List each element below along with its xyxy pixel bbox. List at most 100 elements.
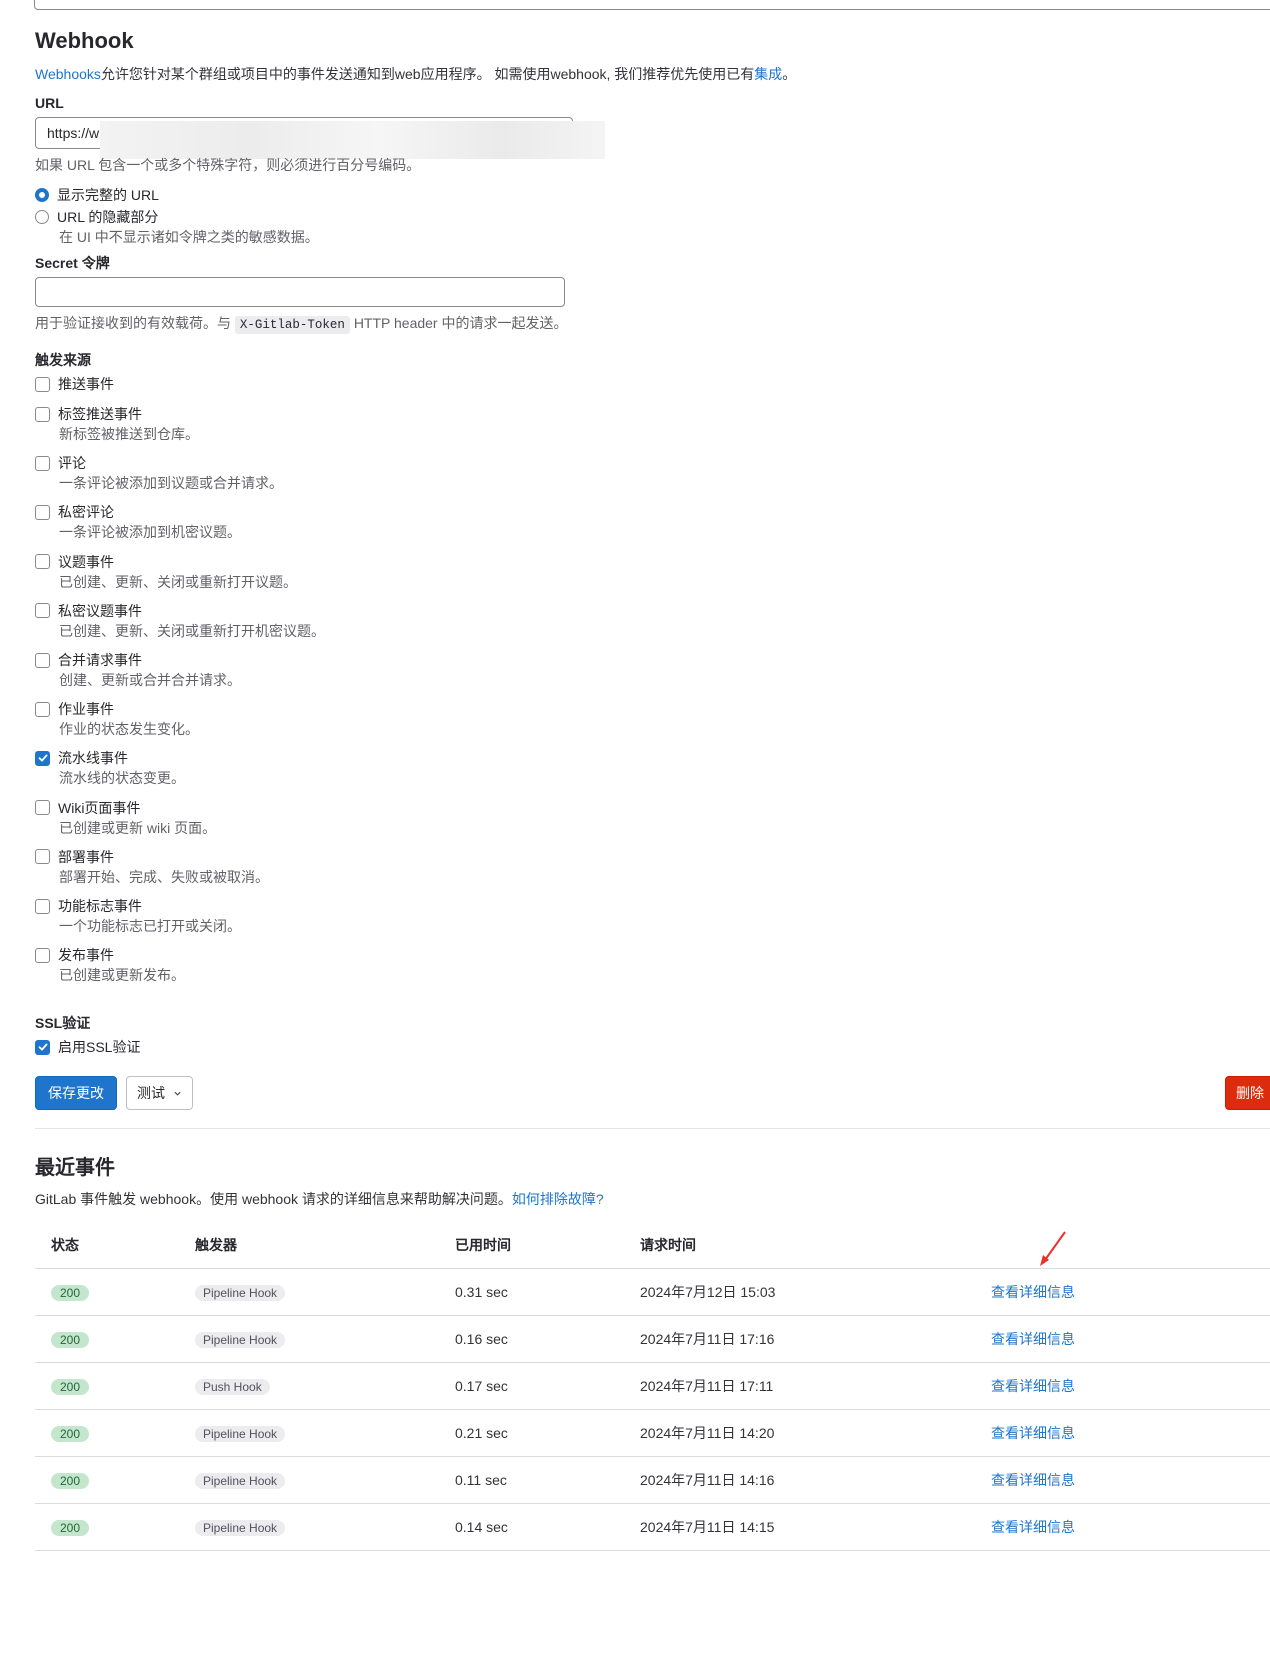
status-badge: 200	[51, 1378, 90, 1395]
webhook-description: Webhooks允许您针对某个群组或项目中的事件发送通知到web应用程序。 如需…	[35, 66, 797, 82]
trigger-checkbox-row[interactable]: 功能标志事件	[35, 896, 142, 916]
radio-show-full-url[interactable]: 显示完整的 URL	[35, 185, 159, 205]
view-details-link[interactable]: 查看详细信息	[991, 1331, 1075, 1347]
trigger-description: 已创建、更新、关闭或重新打开议题。	[59, 573, 297, 590]
status-cell: 200	[35, 1456, 179, 1504]
trigger-cell: Pipeline Hook	[179, 1503, 439, 1551]
trigger-label: 私密议题事件	[58, 602, 142, 619]
section-divider	[35, 1128, 1270, 1129]
elapsed-cell: 0.31 sec	[439, 1268, 624, 1316]
trigger-description: 部署开始、完成、失败或被取消。	[59, 868, 269, 885]
secret-input[interactable]	[35, 277, 565, 307]
table-row: 200 Push Hook 0.17 sec 2024年7月11日 17:11 查看详细…	[35, 1362, 1270, 1410]
table-row: 200 Pipeline Hook 0.16 sec 2024年7月11日 17:16…	[35, 1315, 1270, 1363]
table-header-row: 状态 触发器 已用时间 请求时间	[35, 1222, 1270, 1269]
ssl-label: SSL验证	[35, 1015, 91, 1031]
checkbox-unchecked-icon[interactable]	[35, 652, 50, 668]
webhooks-docs-link[interactable]: Webhooks	[35, 66, 101, 82]
actions-cell: 查看详细信息	[975, 1268, 1270, 1316]
checkbox-unchecked-icon[interactable]	[35, 406, 50, 422]
trigger-checkbox-row[interactable]: 作业事件	[35, 699, 114, 719]
radio-selected-icon[interactable]	[35, 188, 49, 202]
trigger-description: 创建、更新或合并合并请求。	[59, 672, 241, 688]
trigger-badge: Pipeline Hook	[195, 1284, 286, 1301]
trigger-label: Wiki页面事件	[58, 799, 141, 816]
request-time-cell: 2024年7月11日 14:20	[624, 1409, 975, 1457]
checkbox-unchecked-icon[interactable]	[35, 898, 50, 914]
url-value: https://w	[47, 125, 100, 141]
col-trigger: 触发器	[179, 1222, 439, 1269]
actions-cell: 查看详细信息	[975, 1456, 1270, 1504]
trigger-description: 已创建或更新发布。	[59, 967, 185, 984]
checkbox-unchecked-icon[interactable]	[35, 849, 50, 865]
request-time-cell: 2024年7月11日 14:16	[624, 1456, 975, 1504]
trigger-checkbox-row[interactable]: 私密评论	[35, 502, 114, 522]
secret-label: Secret 令牌	[35, 255, 110, 271]
checkbox-unchecked-icon[interactable]	[35, 504, 50, 520]
trigger-checkbox-row[interactable]: 部署事件	[35, 847, 114, 867]
trigger-checkbox-row[interactable]: Wiki页面事件	[35, 798, 140, 818]
table-row: 200 Pipeline Hook 0.31 sec 2024年7月12日 15:03…	[35, 1268, 1270, 1316]
radio-unselected-icon[interactable]	[35, 210, 49, 224]
trigger-description: 一条评论被添加到议题或合并请求。	[59, 475, 283, 492]
trigger-label: 合并请求事件	[58, 652, 142, 668]
checkbox-unchecked-icon[interactable]	[35, 800, 50, 816]
request-time-cell: 2024年7月12日 15:03	[624, 1268, 975, 1316]
checkbox-unchecked-icon[interactable]	[35, 554, 50, 570]
table-row: 200 Pipeline Hook 0.21 sec 2024年7月11日 14:20…	[35, 1409, 1270, 1457]
checkbox-unchecked-icon[interactable]	[35, 455, 50, 471]
checkbox-unchecked-icon[interactable]	[35, 701, 50, 717]
integrations-link[interactable]: 集成	[754, 66, 782, 82]
view-details-link[interactable]: 查看详细信息	[991, 1378, 1075, 1394]
trigger-badge: Pipeline Hook	[195, 1519, 286, 1536]
table-row: 200 Pipeline Hook 0.11 sec 2024年7月11日 14:16…	[35, 1456, 1270, 1504]
status-badge: 200	[51, 1519, 90, 1536]
redacted-url-overlay	[100, 121, 605, 159]
trigger-checkbox-row[interactable]: 议题事件	[35, 552, 114, 572]
trigger-checkbox-row[interactable]: 标签推送事件	[35, 404, 142, 424]
col-status: 状态	[35, 1222, 179, 1269]
save-changes-button[interactable]: 保存更改	[35, 1076, 117, 1110]
trigger-description: 已创建或更新 wiki 页面。	[59, 819, 217, 836]
checkbox-unchecked-icon[interactable]	[35, 603, 50, 619]
checkbox-unchecked-icon[interactable]	[35, 947, 50, 963]
trigger-checkbox-row[interactable]: 推送事件	[35, 374, 114, 394]
radio-mask-url[interactable]: URL 的隐藏部分	[35, 207, 158, 227]
trigger-badge: Push Hook	[195, 1378, 270, 1395]
trigger-label: 功能标志事件	[58, 898, 142, 914]
trigger-description: 一个功能标志已打开或关闭。	[59, 918, 241, 934]
status-badge: 200	[51, 1425, 90, 1442]
status-cell: 200	[35, 1315, 179, 1363]
checkbox-unchecked-icon[interactable]	[35, 376, 50, 392]
mask-url-help: 在 UI 中不显示诸如令牌之类的敏感数据。	[59, 229, 319, 245]
url-label: URL	[35, 95, 64, 111]
elapsed-cell: 0.14 sec	[439, 1503, 624, 1551]
view-details-link[interactable]: 查看详细信息	[991, 1425, 1075, 1441]
elapsed-cell: 0.11 sec	[439, 1456, 624, 1504]
test-dropdown-button[interactable]: 测试	[126, 1076, 193, 1110]
trigger-checkbox-row[interactable]: 合并请求事件	[35, 650, 142, 670]
ssl-verify-checkbox-row[interactable]: 启用SSL验证	[35, 1037, 140, 1057]
trigger-checkbox-row[interactable]: 私密议题事件	[35, 601, 142, 621]
trigger-badge: Pipeline Hook	[195, 1472, 286, 1489]
trigger-badge: Pipeline Hook	[195, 1331, 286, 1348]
delete-button[interactable]: 删除	[1225, 1076, 1270, 1110]
actions-cell: 查看详细信息	[975, 1503, 1270, 1551]
trigger-checkbox-row[interactable]: 发布事件	[35, 945, 114, 965]
troubleshoot-link[interactable]: 如何排除故障?	[512, 1191, 604, 1207]
view-details-link[interactable]: 查看详细信息	[991, 1472, 1075, 1488]
trigger-label: 流水线事件	[58, 750, 128, 767]
actions-cell: 查看详细信息	[975, 1362, 1270, 1410]
trigger-checkbox-row[interactable]: 流水线事件	[35, 748, 128, 768]
top-input-field[interactable]	[34, 0, 1270, 10]
trigger-label: 触发来源	[35, 352, 91, 368]
checkbox-checked-icon[interactable]	[35, 750, 50, 766]
trigger-badge: Pipeline Hook	[195, 1425, 286, 1442]
trigger-description: 流水线的状态变更。	[59, 770, 185, 787]
trigger-checkbox-row[interactable]: 评论	[35, 453, 86, 473]
checkbox-checked-icon[interactable]	[35, 1039, 50, 1055]
view-details-link[interactable]: 查看详细信息	[991, 1284, 1075, 1300]
status-cell: 200	[35, 1409, 179, 1457]
trigger-label: 发布事件	[58, 947, 114, 964]
view-details-link[interactable]: 查看详细信息	[991, 1519, 1075, 1535]
